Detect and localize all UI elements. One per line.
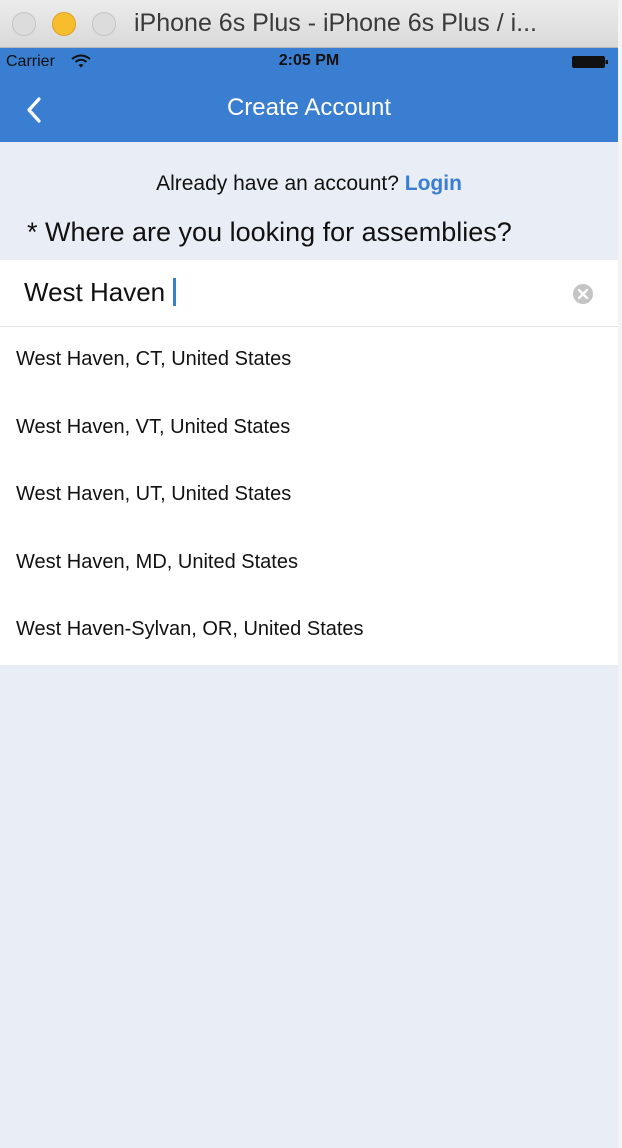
close-window-button[interactable] — [12, 12, 36, 36]
login-prompt: Already have an account? Login — [0, 172, 618, 196]
location-suggestion-item[interactable]: West Haven, UT, United States — [0, 462, 618, 530]
battery-icon — [572, 56, 608, 68]
minimize-window-button[interactable] — [52, 12, 76, 36]
location-search-input[interactable] — [24, 274, 544, 310]
page-title: Create Account — [226, 94, 392, 121]
window-title-bar: iPhone 6s Plus - iPhone 6s Plus / i... — [0, 0, 618, 48]
location-suggestion-item[interactable]: West Haven, VT, United States — [0, 395, 618, 463]
background-window-edge — [618, 0, 622, 1148]
login-link[interactable]: Login — [405, 172, 462, 195]
status-time: 2:05 PM — [278, 52, 340, 69]
location-search-row — [0, 260, 618, 326]
text-cursor — [173, 278, 176, 306]
login-prompt-text: Already have an account? — [156, 172, 399, 195]
simulator-window: iPhone 6s Plus - iPhone 6s Plus / i... C… — [0, 0, 619, 1148]
location-suggestion-item[interactable]: West Haven, MD, United States — [0, 530, 618, 598]
window-title: iPhone 6s Plus - iPhone 6s Plus / i... — [134, 9, 537, 37]
location-suggestion-item[interactable]: West Haven, CT, United States — [0, 327, 618, 395]
location-suggestions-list: West Haven, CT, United States West Haven,… — [0, 326, 618, 665]
location-question: * Where are you looking for assemblies? — [27, 217, 512, 247]
navigation-bar: Carrier 2:05 PM Create Account — [0, 48, 618, 142]
zoom-window-button[interactable] — [92, 12, 116, 36]
location-suggestion-item[interactable]: West Haven-Sylvan, OR, United States — [0, 597, 618, 665]
clear-search-icon[interactable] — [572, 283, 594, 305]
